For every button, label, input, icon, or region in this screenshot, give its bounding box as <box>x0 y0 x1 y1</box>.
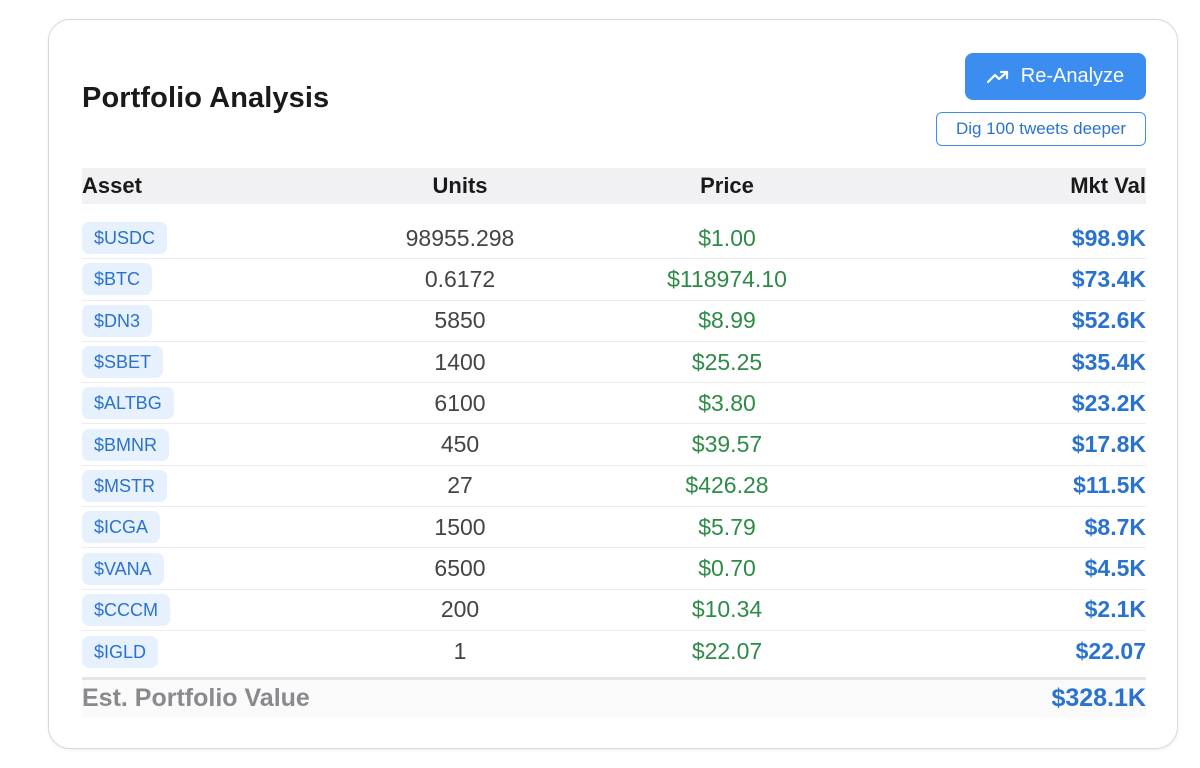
asset-ticker[interactable]: $CCCM <box>82 593 171 626</box>
price-cell: $25.25 <box>691 348 763 375</box>
table-body: $USDC 98955.298 $1.00 $98.9K $BTC 0.6172… <box>82 218 1146 672</box>
units-cell: 27 <box>447 472 473 499</box>
header-asset: Asset <box>82 173 142 198</box>
asset-ticker[interactable]: $USDC <box>82 222 168 255</box>
mkt-val-cell: $17.8K <box>1071 431 1146 458</box>
units-cell: 200 <box>440 596 480 623</box>
table-row: $BTC 0.6172 $118974.10 $73.4K <box>82 259 1146 301</box>
portfolio-total-row: Est. Portfolio Value $328.1K <box>82 677 1146 717</box>
price-cell: $118974.10 <box>667 265 787 292</box>
table-row: $IGLD 1 $22.07 $22.07 <box>82 631 1146 672</box>
price-cell: $10.34 <box>691 596 763 623</box>
asset-ticker[interactable]: $BMNR <box>82 428 170 461</box>
price-cell: $0.70 <box>698 555 756 582</box>
units-cell: 1500 <box>434 513 486 540</box>
mkt-val-cell: $8.7K <box>1084 513 1146 540</box>
mkt-val-cell: $98.9K <box>1071 224 1146 251</box>
header-price: Price <box>700 173 754 198</box>
asset-ticker[interactable]: $ICGA <box>82 511 161 544</box>
units-cell: 5850 <box>434 307 486 334</box>
asset-ticker[interactable]: $MSTR <box>82 469 168 502</box>
table-row: $MSTR 27 $426.28 $11.5K <box>82 466 1146 508</box>
mkt-val-cell: $73.4K <box>1071 265 1146 292</box>
price-cell: $39.57 <box>691 431 763 458</box>
asset-ticker[interactable]: $BTC <box>82 263 153 296</box>
units-cell: 0.6172 <box>424 265 496 292</box>
table-row: $ICGA 1500 $5.79 $8.7K <box>82 507 1146 549</box>
table-row: $ALTBG 6100 $3.80 $23.2K <box>82 383 1146 425</box>
table-row: $DN3 5850 $8.99 $52.6K <box>82 301 1146 342</box>
asset-ticker[interactable]: $ALTBG <box>82 387 174 420</box>
price-cell: $8.99 <box>698 307 756 334</box>
table-row: $BMNR 450 $39.57 $17.8K <box>82 424 1146 466</box>
dig-deeper-button[interactable]: Dig 100 tweets deeper <box>936 112 1146 146</box>
price-cell: $22.07 <box>691 638 763 665</box>
trending-up-icon <box>986 70 1009 84</box>
table-header: Asset Units Price Mkt Val <box>82 168 1146 204</box>
asset-ticker[interactable]: $VANA <box>82 552 164 585</box>
mkt-val-cell: $11.5K <box>1073 472 1146 499</box>
mkt-val-cell: $52.6K <box>1071 307 1146 334</box>
table-row: $VANA 6500 $0.70 $4.5K <box>82 548 1146 590</box>
mkt-val-cell: $2.1K <box>1084 596 1146 623</box>
units-cell: 1 <box>453 638 467 665</box>
re-analyze-button[interactable]: Re-Analyze <box>965 53 1146 100</box>
price-cell: $1.00 <box>698 224 756 251</box>
mkt-val-cell: $22.07 <box>1075 638 1146 665</box>
table-row: $SBET 1400 $25.25 $35.4K <box>82 342 1146 384</box>
mkt-val-cell: $35.4K <box>1071 348 1146 375</box>
units-cell: 98955.298 <box>405 224 515 251</box>
table-row: $CCCM 200 $10.34 $2.1K <box>82 590 1146 631</box>
mkt-val-cell: $23.2K <box>1071 389 1146 416</box>
total-value: $328.1K <box>1051 684 1146 712</box>
table-row: $USDC 98955.298 $1.00 $98.9K <box>82 218 1146 260</box>
units-cell: 6500 <box>434 555 486 582</box>
mkt-val-cell: $4.5K <box>1084 555 1146 582</box>
asset-ticker[interactable]: $IGLD <box>82 635 159 668</box>
units-cell: 6100 <box>434 389 486 416</box>
re-analyze-label: Re-Analyze <box>1020 65 1125 87</box>
total-label: Est. Portfolio Value <box>82 684 310 712</box>
asset-ticker[interactable]: $DN3 <box>82 304 153 337</box>
header-units: Units <box>432 173 488 198</box>
header-mkt-val: Mkt Val <box>1070 173 1146 198</box>
units-cell: 1400 <box>434 348 486 375</box>
price-cell: $5.79 <box>698 513 756 540</box>
price-cell: $3.80 <box>698 389 756 416</box>
asset-ticker[interactable]: $SBET <box>82 346 164 379</box>
price-cell: $426.28 <box>685 472 769 499</box>
portfolio-table: Asset Units Price Mkt Val $USDC 98955.29… <box>82 168 1146 672</box>
page-title: Portfolio Analysis <box>82 82 330 114</box>
units-cell: 450 <box>440 431 480 458</box>
